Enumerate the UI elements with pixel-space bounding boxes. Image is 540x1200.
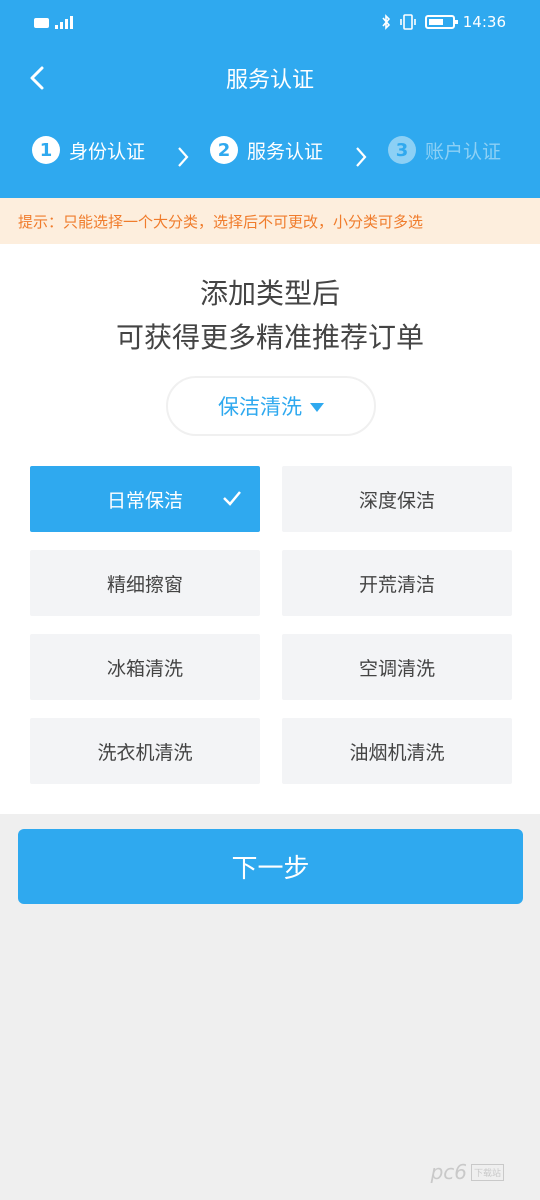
category-label: 冰箱清洗 <box>106 657 183 680</box>
category-option[interactable]: 空调清洗 <box>282 634 512 700</box>
step-label: 账户认证 <box>425 140 502 163</box>
watermark-text: pc6 <box>430 1160 467 1184</box>
category-label: 开荒清洁 <box>358 573 435 596</box>
category-label: 深度保洁 <box>358 489 435 512</box>
headline-line2: 可获得更多精准推荐订单 <box>115 321 424 354</box>
step-service: 2 服务认证 <box>210 136 323 164</box>
step-label: 身份认证 <box>69 140 146 163</box>
step-number: 1 <box>32 136 60 164</box>
tip-banner: 提示：只能选择一个大分类，选择后不可更改，小分类可多选 <box>0 198 540 244</box>
step-identity: 1 身份认证 <box>32 136 145 164</box>
bluetooth-icon <box>382 14 390 30</box>
category-option[interactable]: 深度保洁 <box>282 466 512 532</box>
category-label: 洗衣机清洗 <box>97 741 193 764</box>
page-title: 服务认证 <box>225 68 314 93</box>
category-option[interactable]: 开荒清洁 <box>282 550 512 616</box>
step-account: 3 账户认证 <box>388 136 501 164</box>
header: 14:36 服务认证 1 身份认证 2 服务认证 3 账户认证 <box>0 0 540 198</box>
step-number: 2 <box>210 136 238 164</box>
category-dropdown[interactable]: 保洁清洗 <box>166 376 376 436</box>
nav-bar: 服务认证 <box>0 50 540 106</box>
dropdown-value: 保洁清洗 <box>218 395 302 419</box>
hd-icon <box>34 18 49 28</box>
category-label: 空调清洗 <box>358 657 435 680</box>
headline-line1: 添加类型后 <box>199 277 340 310</box>
category-option[interactable]: 油烟机清洗 <box>282 718 512 784</box>
watermark: pc6 下载站 <box>431 1160 504 1184</box>
step-number: 3 <box>388 136 416 164</box>
content-card: 添加类型后 可获得更多精准推荐订单 保洁清洗 日常保洁 深度保洁 精细擦窗 开荒… <box>0 244 540 814</box>
category-option[interactable]: 日常保洁 <box>30 466 260 532</box>
watermark-badge: 下载站 <box>470 1163 504 1181</box>
category-label: 日常保洁 <box>106 489 183 512</box>
chevron-right-icon <box>178 147 189 167</box>
vibrate-icon <box>399 14 416 30</box>
chevron-right-icon <box>356 147 367 167</box>
status-left <box>34 15 77 29</box>
step-progress: 1 身份认证 2 服务认证 3 账户认证 <box>0 136 540 176</box>
category-option[interactable]: 洗衣机清洗 <box>30 718 260 784</box>
category-option[interactable]: 冰箱清洗 <box>30 634 260 700</box>
category-label: 精细擦窗 <box>106 573 183 596</box>
status-right: 14:36 <box>381 13 506 31</box>
battery-icon <box>424 15 458 29</box>
check-icon <box>223 491 241 506</box>
caret-down-icon <box>310 402 324 412</box>
category-label: 油烟机清洗 <box>349 741 445 764</box>
status-time: 14:36 <box>462 13 506 31</box>
signal-icon <box>55 16 73 29</box>
category-option[interactable]: 精细擦窗 <box>30 550 260 616</box>
step-label: 服务认证 <box>247 140 324 163</box>
next-step-button[interactable]: 下一步 <box>18 829 523 904</box>
status-bar: 14:36 <box>0 0 540 46</box>
